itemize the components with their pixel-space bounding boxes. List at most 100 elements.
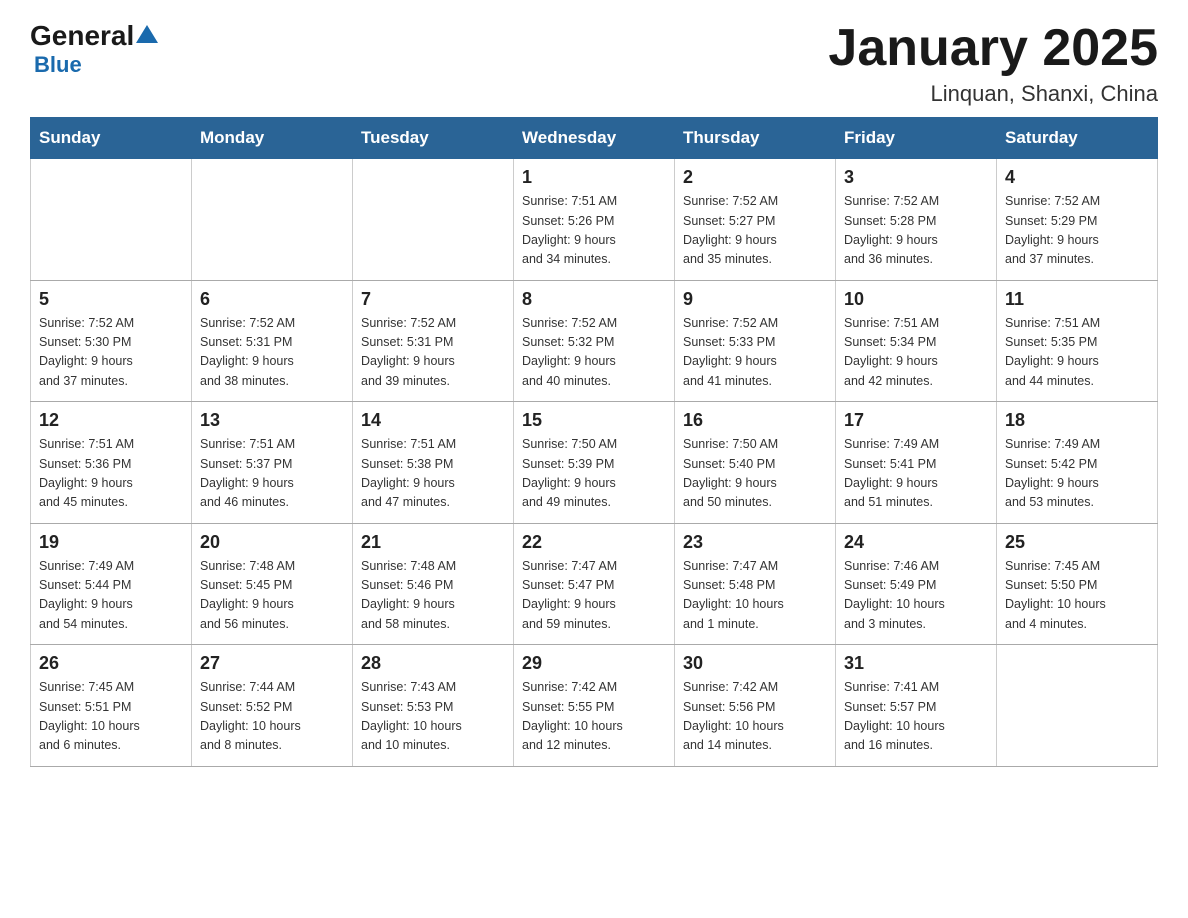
calendar-day-29: 29Sunrise: 7:42 AMSunset: 5:55 PMDayligh… xyxy=(514,645,675,767)
day-number: 3 xyxy=(844,167,988,188)
day-number: 19 xyxy=(39,532,183,553)
day-number: 24 xyxy=(844,532,988,553)
calendar-day-21: 21Sunrise: 7:48 AMSunset: 5:46 PMDayligh… xyxy=(353,523,514,645)
calendar-week-row: 19 Sunrise: 7:49 AMSunset: 5:44 PMDayligh… xyxy=(31,523,1158,645)
day-info: Sunrise: 7:51 AMSunset: 5:26 PMDaylight:… xyxy=(522,192,666,270)
day-info: Sunrise: 7:43 AMSunset: 5:53 PMDaylight:… xyxy=(361,678,505,756)
day-number: 27 xyxy=(200,653,344,674)
day-info: Sunrise: 7:52 AMSunset: 5:30 PMDaylight:… xyxy=(39,314,183,392)
day-info: Sunrise: 7:50 AMSunset: 5:39 PMDaylight:… xyxy=(522,435,666,513)
day-number: 20 xyxy=(200,532,344,553)
calendar-day-30: 30 Sunrise: 7:42 AMSunset: 5:56 PMDayligh… xyxy=(675,645,836,767)
calendar-day-5: 5Sunrise: 7:52 AMSunset: 5:30 PMDaylight… xyxy=(31,280,192,402)
day-info: Sunrise: 7:52 AMSunset: 5:27 PMDaylight:… xyxy=(683,192,827,270)
calendar-day-18: 18 Sunrise: 7:49 AMSunset: 5:42 PMDayligh… xyxy=(997,402,1158,524)
calendar-day-14: 14 Sunrise: 7:51 AMSunset: 5:38 PMDayligh… xyxy=(353,402,514,524)
day-number: 30 xyxy=(683,653,827,674)
calendar-week-row: 26 Sunrise: 7:45 AMSunset: 5:51 PMDayligh… xyxy=(31,645,1158,767)
calendar-day-9: 9 Sunrise: 7:52 AMSunset: 5:33 PMDaylight… xyxy=(675,280,836,402)
day-number: 12 xyxy=(39,410,183,431)
calendar-day-28: 28 Sunrise: 7:43 AMSunset: 5:53 PMDayligh… xyxy=(353,645,514,767)
day-number: 15 xyxy=(522,410,666,431)
day-info: Sunrise: 7:44 AMSunset: 5:52 PMDaylight:… xyxy=(200,678,344,756)
calendar-table: SundayMondayTuesdayWednesdayThursdayFrid… xyxy=(30,117,1158,767)
calendar-day-10: 10 Sunrise: 7:51 AMSunset: 5:34 PMDayligh… xyxy=(836,280,997,402)
calendar-day-15: 15 Sunrise: 7:50 AMSunset: 5:39 PMDayligh… xyxy=(514,402,675,524)
calendar-day-31: 31Sunrise: 7:41 AMSunset: 5:57 PMDayligh… xyxy=(836,645,997,767)
day-info: Sunrise: 7:51 AMSunset: 5:34 PMDaylight:… xyxy=(844,314,988,392)
day-number: 2 xyxy=(683,167,827,188)
month-title: January 2025 xyxy=(828,20,1158,77)
empty-cell xyxy=(353,159,514,281)
empty-cell xyxy=(997,645,1158,767)
day-number: 16 xyxy=(683,410,827,431)
logo-triangle-icon xyxy=(136,23,158,45)
day-header-sunday: Sunday xyxy=(31,118,192,159)
calendar-header-row: SundayMondayTuesdayWednesdayThursdayFrid… xyxy=(31,118,1158,159)
calendar-day-1: 1 Sunrise: 7:51 AMSunset: 5:26 PMDaylight… xyxy=(514,159,675,281)
empty-cell xyxy=(31,159,192,281)
calendar-day-11: 11Sunrise: 7:51 AMSunset: 5:35 PMDayligh… xyxy=(997,280,1158,402)
calendar-day-19: 19 Sunrise: 7:49 AMSunset: 5:44 PMDayligh… xyxy=(31,523,192,645)
day-header-wednesday: Wednesday xyxy=(514,118,675,159)
day-header-monday: Monday xyxy=(192,118,353,159)
day-info: Sunrise: 7:49 AMSunset: 5:44 PMDaylight:… xyxy=(39,557,183,635)
calendar-day-7: 7Sunrise: 7:52 AMSunset: 5:31 PMDaylight… xyxy=(353,280,514,402)
day-info: Sunrise: 7:48 AMSunset: 5:45 PMDaylight:… xyxy=(200,557,344,635)
day-info: Sunrise: 7:42 AMSunset: 5:56 PMDaylight:… xyxy=(683,678,827,756)
day-info: Sunrise: 7:45 AMSunset: 5:51 PMDaylight:… xyxy=(39,678,183,756)
location-text: Linquan, Shanxi, China xyxy=(828,81,1158,107)
day-number: 26 xyxy=(39,653,183,674)
calendar-week-row: 5Sunrise: 7:52 AMSunset: 5:30 PMDaylight… xyxy=(31,280,1158,402)
calendar-day-6: 6Sunrise: 7:52 AMSunset: 5:31 PMDaylight… xyxy=(192,280,353,402)
calendar-day-17: 17Sunrise: 7:49 AMSunset: 5:41 PMDayligh… xyxy=(836,402,997,524)
day-info: Sunrise: 7:52 AMSunset: 5:33 PMDaylight:… xyxy=(683,314,827,392)
day-info: Sunrise: 7:49 AMSunset: 5:42 PMDaylight:… xyxy=(1005,435,1149,513)
calendar-day-23: 23Sunrise: 7:47 AMSunset: 5:48 PMDayligh… xyxy=(675,523,836,645)
day-number: 14 xyxy=(361,410,505,431)
day-number: 10 xyxy=(844,289,988,310)
day-info: Sunrise: 7:51 AMSunset: 5:37 PMDaylight:… xyxy=(200,435,344,513)
day-number: 25 xyxy=(1005,532,1149,553)
day-info: Sunrise: 7:52 AMSunset: 5:29 PMDaylight:… xyxy=(1005,192,1149,270)
calendar-day-4: 4 Sunrise: 7:52 AMSunset: 5:29 PMDaylight… xyxy=(997,159,1158,281)
day-number: 1 xyxy=(522,167,666,188)
calendar-day-13: 13 Sunrise: 7:51 AMSunset: 5:37 PMDayligh… xyxy=(192,402,353,524)
calendar-day-20: 20 Sunrise: 7:48 AMSunset: 5:45 PMDayligh… xyxy=(192,523,353,645)
day-number: 18 xyxy=(1005,410,1149,431)
day-number: 13 xyxy=(200,410,344,431)
empty-cell xyxy=(192,159,353,281)
day-header-thursday: Thursday xyxy=(675,118,836,159)
logo-blue-text: Blue xyxy=(34,52,82,78)
day-info: Sunrise: 7:42 AMSunset: 5:55 PMDaylight:… xyxy=(522,678,666,756)
logo-general-text: General xyxy=(30,20,134,52)
calendar-day-26: 26 Sunrise: 7:45 AMSunset: 5:51 PMDayligh… xyxy=(31,645,192,767)
calendar-day-25: 25Sunrise: 7:45 AMSunset: 5:50 PMDayligh… xyxy=(997,523,1158,645)
day-number: 22 xyxy=(522,532,666,553)
day-info: Sunrise: 7:50 AMSunset: 5:40 PMDaylight:… xyxy=(683,435,827,513)
calendar-day-27: 27 Sunrise: 7:44 AMSunset: 5:52 PMDayligh… xyxy=(192,645,353,767)
day-number: 17 xyxy=(844,410,988,431)
calendar-day-12: 12Sunrise: 7:51 AMSunset: 5:36 PMDayligh… xyxy=(31,402,192,524)
day-number: 9 xyxy=(683,289,827,310)
logo: General Blue xyxy=(30,20,160,78)
day-info: Sunrise: 7:52 AMSunset: 5:32 PMDaylight:… xyxy=(522,314,666,392)
title-block: January 2025 Linquan, Shanxi, China xyxy=(828,20,1158,107)
day-header-friday: Friday xyxy=(836,118,997,159)
day-number: 11 xyxy=(1005,289,1149,310)
day-number: 8 xyxy=(522,289,666,310)
day-info: Sunrise: 7:52 AMSunset: 5:31 PMDaylight:… xyxy=(200,314,344,392)
day-info: Sunrise: 7:51 AMSunset: 5:38 PMDaylight:… xyxy=(361,435,505,513)
calendar-day-22: 22Sunrise: 7:47 AMSunset: 5:47 PMDayligh… xyxy=(514,523,675,645)
day-number: 4 xyxy=(1005,167,1149,188)
day-info: Sunrise: 7:46 AMSunset: 5:49 PMDaylight:… xyxy=(844,557,988,635)
day-number: 7 xyxy=(361,289,505,310)
calendar-day-2: 2 Sunrise: 7:52 AMSunset: 5:27 PMDaylight… xyxy=(675,159,836,281)
day-number: 28 xyxy=(361,653,505,674)
day-header-tuesday: Tuesday xyxy=(353,118,514,159)
day-info: Sunrise: 7:41 AMSunset: 5:57 PMDaylight:… xyxy=(844,678,988,756)
day-number: 23 xyxy=(683,532,827,553)
day-info: Sunrise: 7:48 AMSunset: 5:46 PMDaylight:… xyxy=(361,557,505,635)
calendar-day-3: 3Sunrise: 7:52 AMSunset: 5:28 PMDaylight… xyxy=(836,159,997,281)
calendar-week-row: 1 Sunrise: 7:51 AMSunset: 5:26 PMDaylight… xyxy=(31,159,1158,281)
